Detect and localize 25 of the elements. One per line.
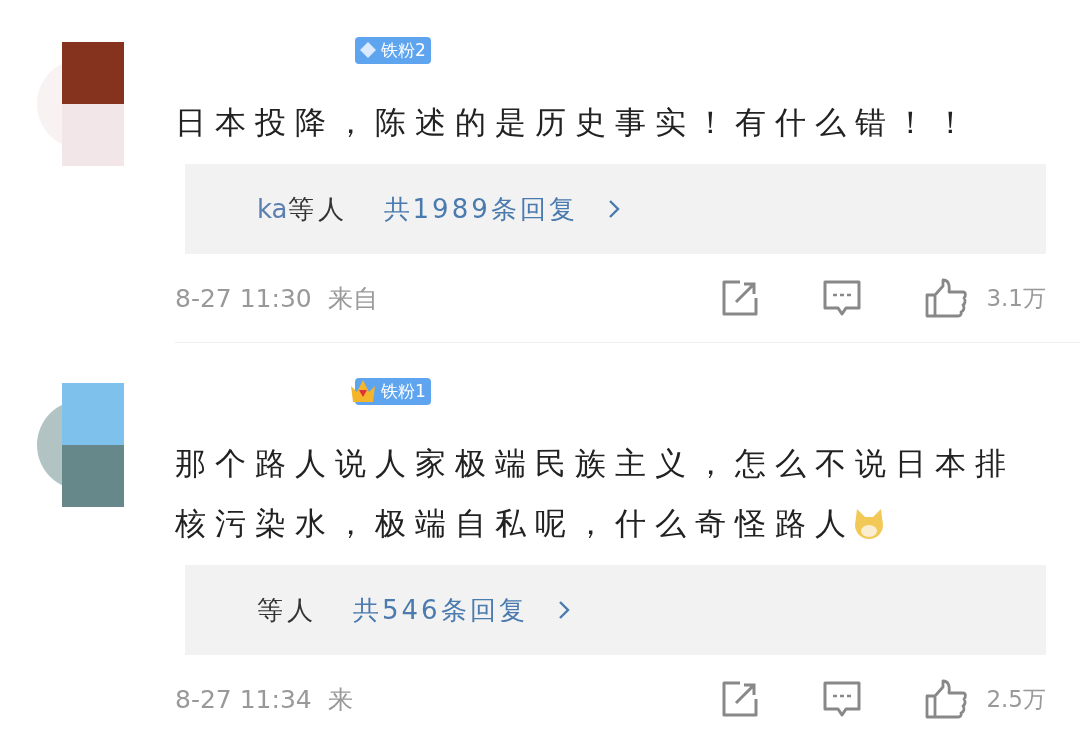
comment-icon[interactable] <box>822 679 863 719</box>
comment-time: 8-27 11:34 <box>175 684 312 714</box>
reply-others-text: 等人 <box>257 593 317 627</box>
comment-source: 来自 <box>327 282 378 315</box>
reply-count-link[interactable]: 共546条回复 <box>353 592 528 628</box>
fan-badge: 铁粉2 <box>355 36 431 64</box>
share-icon[interactable] <box>720 278 761 318</box>
share-icon[interactable] <box>720 679 761 719</box>
chevron-right-icon[interactable] <box>607 199 620 219</box>
comment-icon[interactable] <box>822 278 863 318</box>
comment-source: 来 <box>327 683 353 716</box>
reply-count-link[interactable]: 共1989条回复 <box>383 191 578 227</box>
like-count: 3.1万 <box>986 283 1046 313</box>
replies-panel[interactable]: ka等人 共1989条回复 <box>185 164 1046 254</box>
like-count: 2.5万 <box>986 684 1046 714</box>
comment-time: 8-27 11:30 <box>175 283 312 313</box>
comment-text: 日本投降，陈述的是历史事实！有什么错！！ <box>175 103 976 142</box>
comment-text: 那个路人说人家极端民族主义，怎么不说日本排 核污染水，极端自私呢，什么奇怪路人 <box>175 444 1016 543</box>
diamond-icon <box>358 40 378 60</box>
reply-others-text: 等人 <box>287 192 348 226</box>
thumbs-up-icon[interactable] <box>924 679 969 719</box>
replies-panel[interactable]: 等人 共546条回复 <box>185 565 1046 655</box>
chevron-right-icon[interactable] <box>557 600 570 620</box>
thumbs-up-icon[interactable] <box>924 278 969 318</box>
reply-username[interactable]: ka <box>257 194 288 224</box>
